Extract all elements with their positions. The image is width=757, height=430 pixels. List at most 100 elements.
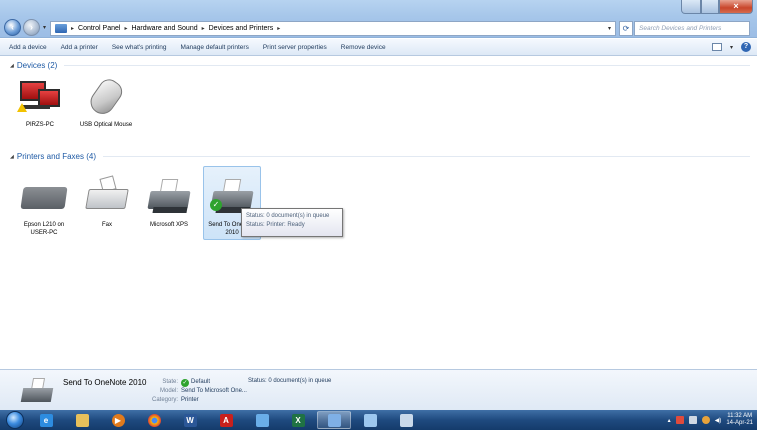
taskbar-app-word[interactable]: W — [173, 411, 207, 429]
minimize-button[interactable] — [681, 0, 701, 14]
address-dropdown-icon[interactable]: ▾ — [608, 25, 611, 32]
breadcrumb-arrow-icon[interactable]: ▸ — [71, 25, 74, 32]
printer-item-fax[interactable]: Fax — [79, 175, 135, 229]
taskbar-app-paint[interactable] — [389, 411, 423, 429]
clock-time: 11:32 AM — [727, 413, 753, 419]
see-whats-printing-button[interactable]: See what's printing — [112, 44, 167, 51]
printer-label: Fax — [101, 222, 112, 228]
word-icon: W — [183, 413, 197, 427]
model-value: Send To Microsoft One... — [181, 388, 247, 394]
devices-content-pane: ◢ Devices (2) PIRZS-PC USB Optical Mouse… — [0, 57, 757, 369]
breadcrumb-control-panel[interactable]: Control Panel — [78, 25, 120, 32]
chrome-icon — [147, 413, 161, 427]
taskbar-app-acrobat[interactable]: A — [209, 411, 243, 429]
change-view-icon[interactable] — [711, 43, 722, 51]
remove-device-button[interactable]: Remove device — [341, 44, 386, 51]
taskbar-app-excel[interactable]: X — [281, 411, 315, 429]
collapse-triangle-icon[interactable]: ◢ — [10, 154, 14, 160]
computer-icon — [16, 75, 64, 119]
window-title-bar: × ‹ › ▾ ▸ Control Panel ▸ Hardware and S… — [0, 0, 757, 38]
clock-date: 14-Apr-21 — [726, 420, 753, 426]
devices-group-title: Devices (2) — [16, 61, 58, 70]
device-label: PIRZS-PC — [25, 122, 54, 128]
refresh-button[interactable]: ⟳ — [619, 21, 633, 36]
breadcrumb-arrow-icon[interactable]: ▸ — [202, 25, 205, 32]
taskbar-app-internet-explorer[interactable]: e — [29, 411, 63, 429]
device-item-computer[interactable]: PIRZS-PC — [12, 75, 68, 129]
power-icon[interactable] — [701, 416, 710, 424]
category-label: Category: — [151, 396, 178, 403]
printer-icon — [20, 175, 68, 219]
clock[interactable]: 11:32 AM 14-Apr-21 — [726, 413, 753, 427]
snipping-icon — [363, 413, 377, 427]
details-pane: Send To OneNote 2010 State: ✓ Default Mod… — [0, 369, 757, 410]
printer-label: Epson L210 on USER-PC — [23, 222, 65, 236]
taskbar-app-chrome[interactable] — [137, 411, 171, 429]
breadcrumb-arrow-icon[interactable]: ▸ — [124, 25, 127, 32]
state-value: Default — [191, 379, 211, 385]
control-panel-icon — [327, 413, 341, 427]
breadcrumb-hardware-and-sound[interactable]: Hardware and Sound — [131, 25, 197, 32]
volume-icon[interactable]: ◀) — [715, 417, 722, 424]
add-printer-button[interactable]: Add a printer — [61, 44, 98, 51]
taskbar-app-control-panel[interactable] — [317, 411, 351, 429]
internet-explorer-icon: e — [39, 413, 53, 427]
print-server-properties-button[interactable]: Print server properties — [263, 44, 327, 51]
printer-label: Microsoft XPS — [149, 222, 188, 228]
group-divider — [64, 65, 750, 66]
start-button[interactable] — [3, 410, 27, 430]
view-controls: ▾ ? — [711, 42, 751, 52]
model-label: Model: — [159, 388, 178, 394]
details-status: Status: 0 document(s) in queue — [248, 378, 332, 384]
view-dropdown-icon[interactable]: ▾ — [730, 44, 733, 51]
printers-group-header[interactable]: ◢ Printers and Faxes (4) — [10, 152, 750, 161]
recent-pages-dropdown[interactable]: ▾ — [43, 24, 46, 31]
device-item-mouse[interactable]: USB Optical Mouse — [78, 75, 134, 129]
taskbar-app-snipping-tool[interactable] — [353, 411, 387, 429]
devices-group-header[interactable]: ◢ Devices (2) — [10, 61, 750, 70]
default-printer-check-icon: ✓ — [210, 199, 222, 211]
warning-icon — [17, 103, 27, 112]
window-controls: × — [681, 0, 753, 14]
network-icon[interactable] — [688, 416, 697, 424]
show-hidden-icons-button[interactable]: ▴ — [668, 417, 671, 424]
tooltip-printer-status: Status: Printer: Ready — [246, 222, 305, 228]
taskbar-app-wordpad[interactable] — [245, 411, 279, 429]
add-device-button[interactable]: Add a device — [9, 44, 47, 51]
details-properties: State: ✓ Default Model: Send To Microsoft… — [140, 378, 247, 404]
acrobat-icon: A — [219, 413, 233, 427]
category-value: Printer — [181, 396, 199, 403]
forward-button[interactable]: › — [23, 19, 40, 36]
printer-item-microsoft-xps[interactable]: Microsoft XPS — [141, 175, 197, 229]
printer-icon — [145, 175, 193, 219]
search-input[interactable]: Search Devices and Printers — [634, 21, 750, 36]
breadcrumb-arrow-icon[interactable]: ▸ — [277, 25, 280, 32]
fax-icon — [83, 175, 131, 219]
back-button[interactable]: ‹ — [4, 19, 21, 36]
paint-icon — [399, 413, 413, 427]
tooltip-queue-status: Status: 0 document(s) in queue — [246, 213, 330, 219]
taskbar-app-file-explorer[interactable] — [65, 411, 99, 429]
details-device-name: Send To OneNote 2010 — [63, 378, 147, 387]
media-player-icon: ▶ — [111, 413, 125, 427]
close-button[interactable]: × — [719, 0, 753, 14]
mouse-icon — [82, 75, 130, 119]
file-explorer-icon — [75, 413, 89, 427]
manage-default-printers-button[interactable]: Manage default printers — [181, 44, 249, 51]
windows-orb-icon — [6, 411, 24, 429]
help-icon[interactable]: ? — [741, 42, 751, 52]
navigation-buttons: ‹ › ▾ — [4, 19, 46, 36]
printer-icon — [20, 378, 54, 408]
maximize-button[interactable] — [701, 0, 719, 14]
breadcrumb-devices-and-printers[interactable]: Devices and Printers — [209, 25, 274, 32]
address-bar[interactable]: ▸ Control Panel ▸ Hardware and Sound ▸ D… — [50, 21, 616, 36]
collapse-triangle-icon[interactable]: ◢ — [10, 63, 14, 69]
taskbar: e ▶ W A X ▴ ◀) 11:32 AM 14-Apr-21 — [0, 410, 757, 430]
printers-group-title: Printers and Faxes (4) — [16, 152, 96, 161]
system-tray: ▴ ◀) 11:32 AM 14-Apr-21 — [668, 410, 753, 430]
group-divider — [103, 156, 750, 157]
printer-item-epson[interactable]: Epson L210 on USER-PC — [16, 175, 72, 237]
taskbar-app-media-player[interactable]: ▶ — [101, 411, 135, 429]
default-check-icon: ✓ — [181, 379, 189, 387]
flag-icon[interactable] — [675, 416, 684, 424]
